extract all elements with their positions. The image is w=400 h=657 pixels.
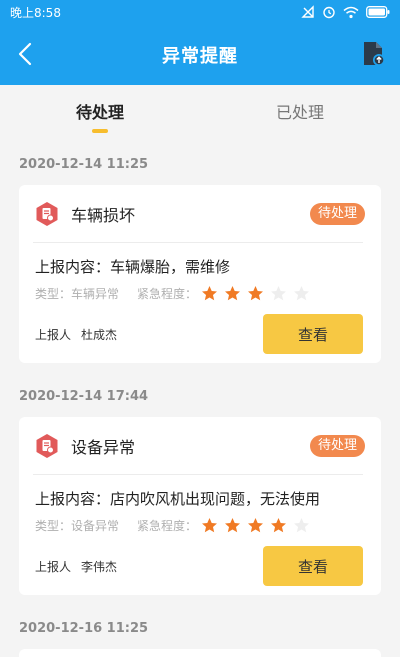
- reporter-label: 上报人: [35, 559, 72, 574]
- report-hexagon-icon: [36, 433, 58, 458]
- record-date: 2020-12-14 11:25: [19, 157, 149, 172]
- star-filled-icon: [248, 517, 264, 532]
- urgency-label: 紧急程度：: [137, 286, 198, 301]
- card-footer: 上报人 杜成杰 查看: [19, 304, 381, 364]
- reporter-label: 上报人: [35, 327, 72, 342]
- star-filled-icon: [271, 517, 287, 532]
- nav-bar: 异常提醒: [0, 24, 400, 85]
- star-empty-icon: [294, 517, 310, 532]
- tab-indicator: [92, 129, 108, 133]
- urgency-stars: [201, 517, 310, 534]
- status-bar: 晚上8:58: [0, 0, 400, 24]
- star-filled-icon: [248, 285, 264, 300]
- tab-bar: 待处理 已处理: [0, 85, 400, 145]
- tab-label: 待处理: [75, 103, 124, 122]
- star-empty-icon: [294, 285, 310, 300]
- header-area: 晚上8:58 异常提醒: [0, 0, 400, 85]
- file-upload-icon: [364, 42, 385, 66]
- meta-row: 类型：设备异常 紧急程度：: [19, 514, 381, 536]
- battery-icon: [366, 6, 390, 18]
- reporter-name: 杜成杰: [81, 327, 118, 342]
- report-hexagon-icon: [36, 201, 58, 226]
- reporter: 上报人 李伟杰: [35, 558, 117, 575]
- exception-card: 车辆损坏 待处理 上报内容：车辆爆胎，需维修 类型：车辆异常 紧急程度： 上报人…: [19, 185, 381, 363]
- card-header: 设备异常 待处理: [19, 417, 381, 475]
- no-signal-icon: [301, 5, 314, 18]
- reporter-name: 李伟杰: [81, 559, 118, 574]
- report-content: 上报内容：车辆爆胎，需维修: [35, 258, 231, 276]
- star-empty-icon: [271, 285, 287, 300]
- view-button[interactable]: 查看: [263, 546, 363, 586]
- card-header: 车辆损坏 待处理: [19, 185, 381, 243]
- wifi-icon: [343, 6, 359, 18]
- urgency-label: 紧急程度：: [137, 518, 198, 533]
- card-title: 设备异常: [71, 437, 136, 457]
- reporter: 上报人 杜成杰: [35, 326, 117, 343]
- record-date: 2020-12-14 17:44: [19, 389, 149, 404]
- chevron-left-icon: [18, 42, 32, 66]
- star-filled-icon: [202, 517, 218, 532]
- tab-pending[interactable]: 待处理: [0, 85, 200, 145]
- meta-row: 类型：车辆异常 紧急程度：: [19, 282, 381, 304]
- view-button[interactable]: 查看: [263, 314, 363, 354]
- exception-card-partial: [19, 649, 381, 657]
- tab-label: 已处理: [275, 103, 324, 122]
- urgency-stars: [201, 285, 310, 302]
- status-badge: 待处理: [309, 202, 365, 225]
- back-button[interactable]: [12, 40, 38, 68]
- export-button[interactable]: [362, 41, 386, 67]
- card-title: 车辆损坏: [71, 205, 136, 225]
- alarm-icon: [323, 6, 335, 19]
- type-text: 类型：车辆异常: [35, 286, 120, 301]
- type-text: 类型：设备异常: [35, 518, 120, 533]
- star-filled-icon: [225, 285, 241, 300]
- status-time: 晚上8:58: [10, 5, 61, 20]
- status-icons: [301, 5, 390, 19]
- star-filled-icon: [225, 517, 241, 532]
- tab-processed[interactable]: 已处理: [200, 85, 400, 145]
- report-content: 上报内容：店内吹风机出现问题，无法使用: [35, 490, 321, 508]
- star-filled-icon: [202, 285, 218, 300]
- status-badge: 待处理: [309, 434, 365, 457]
- card-footer: 上报人 李伟杰 查看: [19, 536, 381, 596]
- exception-card: 设备异常 待处理 上报内容：店内吹风机出现问题，无法使用 类型：设备异常 紧急程…: [19, 417, 381, 595]
- record-date: 2020-12-16 11:25: [19, 621, 149, 636]
- page-title: 异常提醒: [162, 45, 238, 67]
